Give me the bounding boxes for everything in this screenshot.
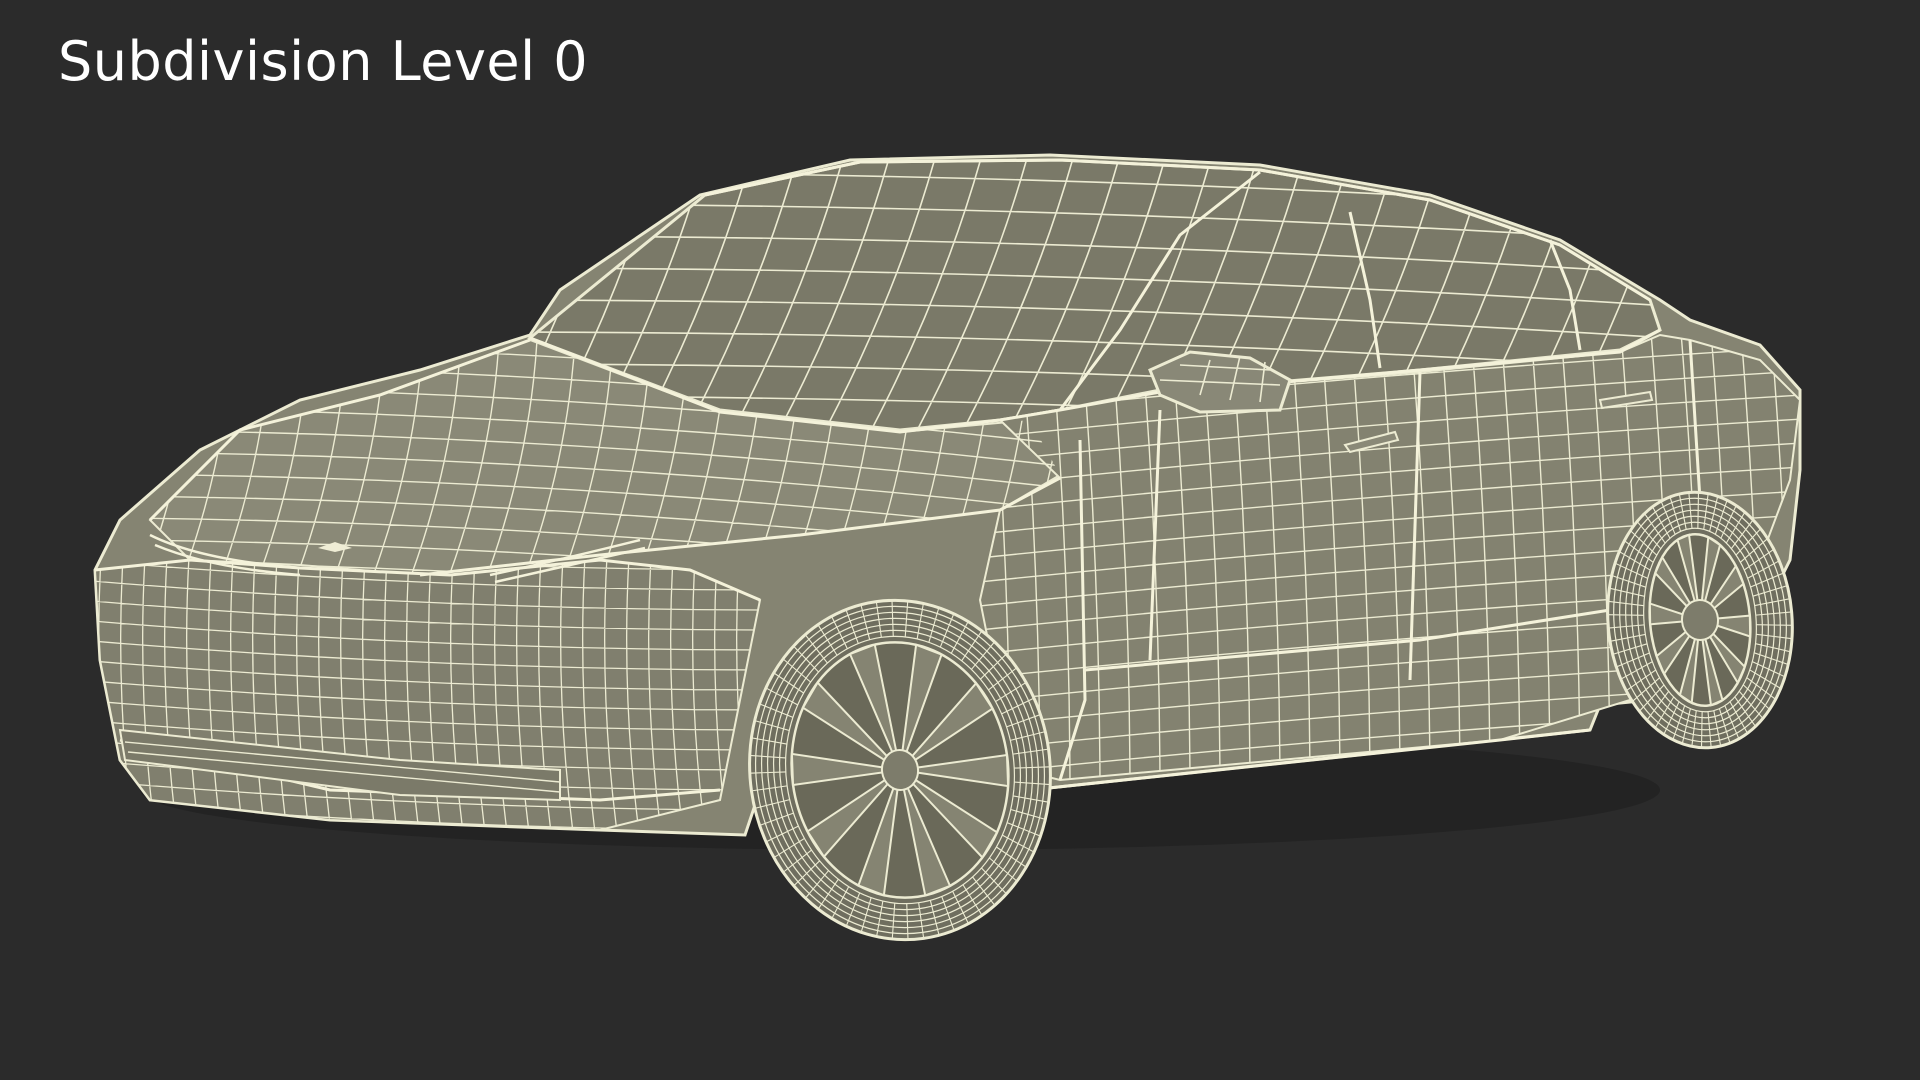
car-wireframe-render	[93, 153, 1802, 942]
3d-viewport[interactable]: Subdivision Level 0	[0, 0, 1920, 1080]
